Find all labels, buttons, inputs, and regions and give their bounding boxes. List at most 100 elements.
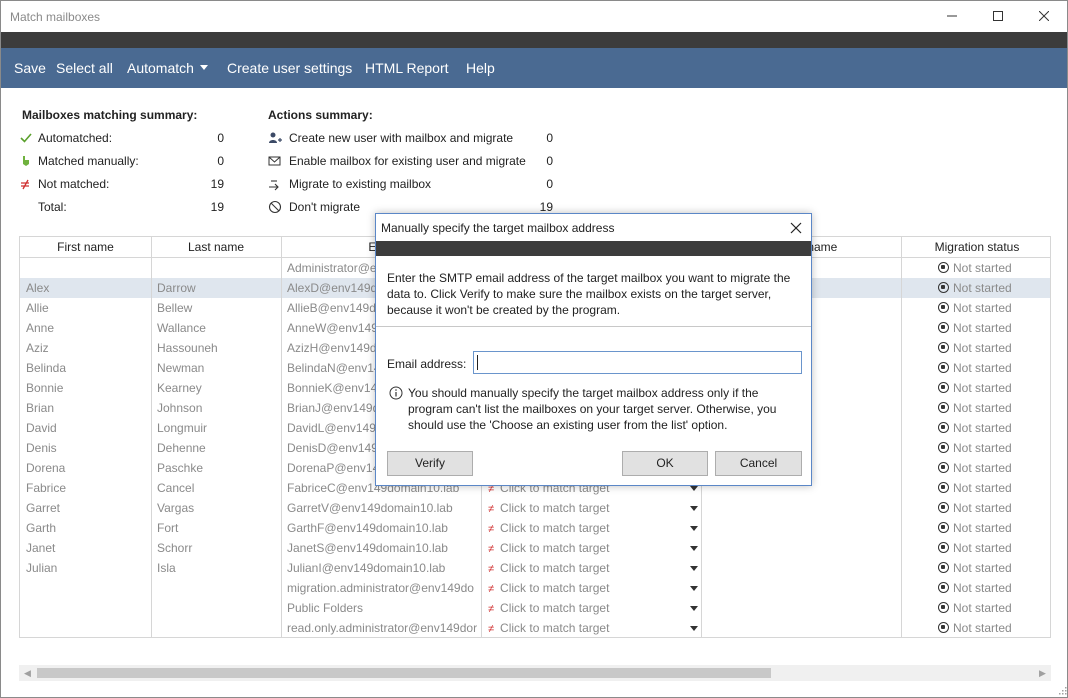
table-row[interactable]: Public Folders ≠ Click to match target Not … [20, 598, 1050, 618]
migration-status-cell: Not started [938, 441, 1012, 455]
create-new-user-label: Create new user with mailbox and migrate [289, 131, 514, 145]
migration-status-cell: Not started [938, 581, 1012, 595]
match-target-dropdown[interactable]: ≠ Click to match target [488, 601, 698, 615]
migration-status-cell: Not started [938, 261, 1012, 275]
migration-status-cell: Not started [938, 521, 1012, 535]
chevron-down-icon [690, 566, 698, 571]
scrollbar-thumb[interactable] [37, 668, 771, 678]
status-label: Not started [953, 581, 1012, 595]
dont-migrate-label: Don't migrate [289, 200, 360, 214]
table-row[interactable]: Janet Schorr JanetS@env149domain10.lab ≠ Cli… [20, 538, 1050, 558]
html-report-menu-item[interactable]: HTML Report [365, 60, 449, 76]
close-button[interactable] [1021, 1, 1067, 32]
table-row[interactable]: Garth Fort GarthF@env149domain10.lab ≠ Click… [20, 518, 1050, 538]
actions-summary-title: Actions summary: [268, 108, 373, 122]
status-label: Not started [953, 421, 1012, 435]
not-matched-icon [21, 179, 29, 190]
info-icon [389, 386, 403, 400]
migrate-existing-label: Migrate to existing mailbox [289, 177, 432, 191]
match-mailboxes-window: Match mailboxes Save Select all Automatc… [0, 0, 1068, 698]
last-name-cell: Isla [157, 561, 176, 575]
first-name-cell: Anne [26, 321, 55, 335]
header-migration-status[interactable]: Migration status [902, 240, 1050, 254]
header-first-name[interactable]: First name [20, 240, 151, 254]
stop-status-icon [938, 502, 949, 514]
scroll-right-icon[interactable]: ▶ [1039, 668, 1046, 679]
status-label: Not started [953, 561, 1012, 575]
horizontal-scrollbar[interactable]: ◀ ▶ [19, 665, 1051, 681]
match-target-label: Click to match target [500, 501, 610, 515]
status-label: Not started [953, 541, 1012, 555]
status-label: Not started [953, 521, 1012, 535]
mailbox-icon [268, 156, 281, 166]
stop-status-icon [938, 362, 949, 374]
last-name-cell: Fort [157, 521, 179, 535]
resize-grip-icon[interactable] [1057, 687, 1067, 697]
match-target-label: Click to match target [500, 561, 610, 575]
chevron-down-icon [690, 626, 698, 631]
chevron-down-icon [690, 526, 698, 531]
match-target-dropdown[interactable]: ≠ Click to match target [488, 521, 698, 535]
status-label: Not started [953, 321, 1012, 335]
title-bar: Match mailboxes [1, 1, 1067, 32]
verify-button[interactable]: Verify [387, 451, 473, 476]
table-row[interactable]: Julian Isla JulianI@env149domain10.lab ≠ Cli… [20, 558, 1050, 578]
save-menu-item[interactable]: Save [14, 60, 46, 76]
migration-status-cell: Not started [938, 561, 1012, 575]
create-user-settings-menu-item[interactable]: Create user settings [227, 60, 352, 76]
chevron-down-icon [690, 506, 698, 511]
cancel-button[interactable]: Cancel [715, 451, 802, 476]
email-cell: Public Folders [287, 601, 364, 615]
table-row[interactable]: read.only.administrator@env149dor ≠ Click … [20, 618, 1050, 637]
dialog-info-text: You should manually specify the target m… [408, 386, 777, 432]
select-all-menu-item[interactable]: Select all [56, 60, 113, 76]
stop-status-icon [938, 442, 949, 454]
match-target-label: Click to match target [500, 621, 610, 635]
chevron-down-icon [690, 486, 698, 491]
stop-status-icon [938, 542, 949, 554]
last-name-cell: Newman [157, 361, 205, 375]
match-target-dropdown[interactable]: ≠ Click to match target [488, 621, 698, 635]
chevron-down-icon [690, 586, 698, 591]
match-target-dropdown[interactable]: ≠ Click to match target [488, 541, 698, 555]
migration-status-cell: Not started [938, 381, 1012, 395]
manual-target-dialog: Manually specify the target mailbox addr… [375, 213, 812, 486]
match-target-dropdown[interactable]: ≠ Click to match target [488, 581, 698, 595]
maximize-button[interactable] [975, 1, 1021, 32]
minimize-icon [947, 15, 957, 17]
match-target-dropdown[interactable]: ≠ Click to match target [488, 561, 698, 575]
help-menu-item[interactable]: Help [466, 60, 495, 76]
first-name-cell: David [26, 421, 57, 435]
email-cell: migration.administrator@env149do [287, 581, 474, 595]
ok-button[interactable]: OK [622, 451, 708, 476]
header-last-name[interactable]: Last name [151, 240, 281, 254]
last-name-cell: Schorr [157, 541, 193, 555]
migration-status-cell: Not started [938, 421, 1012, 435]
email-address-input[interactable] [473, 351, 802, 374]
migration-status-cell: Not started [938, 541, 1012, 555]
last-name-cell: Cancel [157, 481, 195, 495]
column-divider [281, 237, 282, 637]
automatch-label: Automatch [127, 60, 194, 76]
automatch-menu-item[interactable]: Automatch [127, 60, 208, 76]
match-target-dropdown[interactable]: ≠ Click to match target [488, 501, 698, 515]
status-label: Not started [953, 601, 1012, 615]
first-name-cell: Alex [26, 281, 50, 295]
automatched-value: 0 [217, 131, 224, 145]
status-label: Not started [953, 501, 1012, 515]
dialog-close-icon[interactable] [788, 220, 804, 236]
stop-status-icon [938, 462, 949, 474]
last-name-cell: Wallance [157, 321, 206, 335]
minimize-button[interactable] [929, 1, 975, 32]
hand-icon [23, 156, 29, 166]
table-row[interactable]: Garret Vargas GarretV@env149domain10.lab ≠ C… [20, 498, 1050, 518]
stop-status-icon [938, 582, 949, 594]
status-label: Not started [953, 461, 1012, 475]
table-row[interactable]: migration.administrator@env149do ≠ Click t… [20, 578, 1050, 598]
first-name-cell: Julian [26, 561, 58, 575]
automatched-label: Automatched: [38, 131, 113, 145]
migration-status-cell: Not started [938, 281, 1012, 295]
maximize-icon [993, 11, 1003, 21]
enable-mailbox-value: 0 [546, 154, 553, 168]
scroll-left-icon[interactable]: ◀ [24, 668, 31, 679]
